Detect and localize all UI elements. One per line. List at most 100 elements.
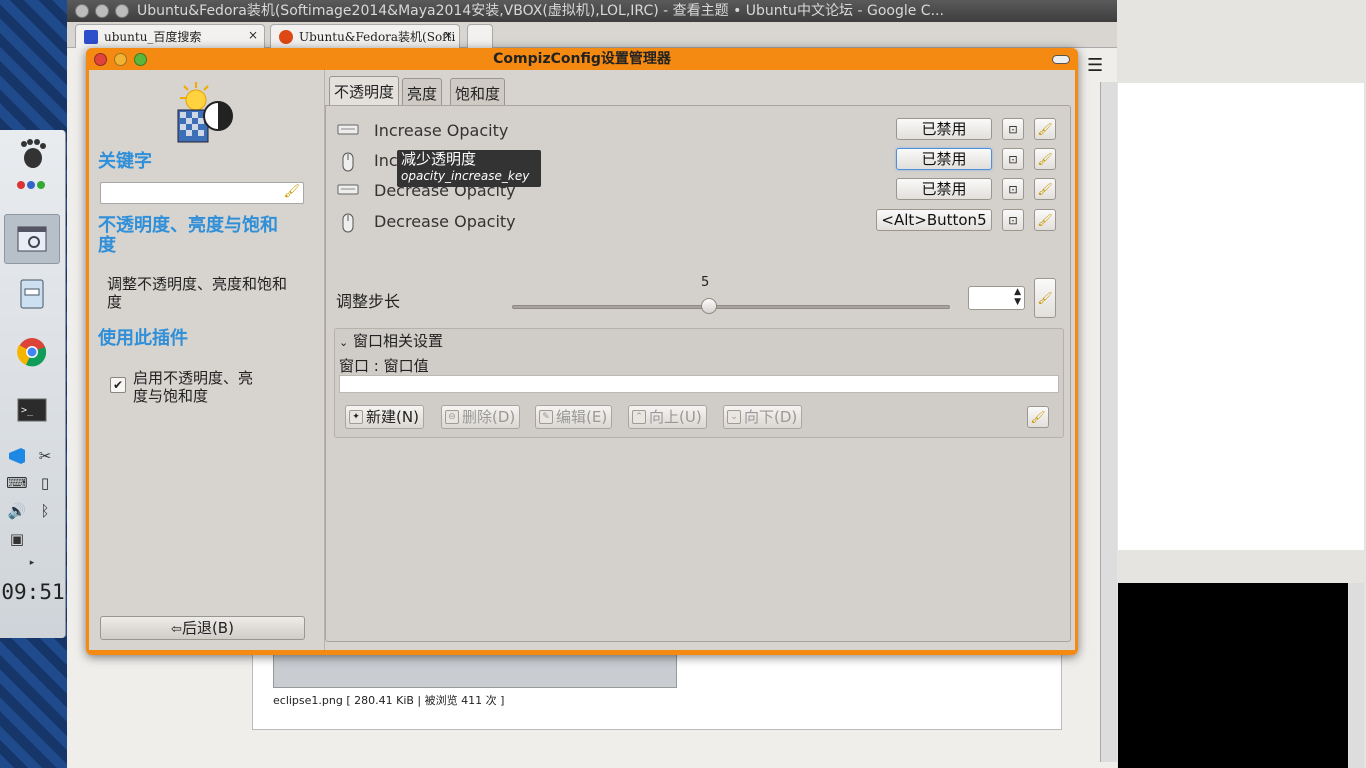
compiz-dialog: CompizConfig设置管理器 关键字 🖌 不透明度、亮度与饱和度 调整不透… <box>86 48 1078 655</box>
binding-value-button[interactable]: <Alt>Button5 <box>876 209 992 231</box>
reset-brush-icon: 🖌 <box>1037 152 1053 166</box>
plugin-description: 调整不透明度、亮度和饱和度 <box>107 275 288 311</box>
browser-minimize-button[interactable] <box>95 4 109 18</box>
edit-button[interactable]: ✎ 编辑(E) <box>535 405 613 429</box>
launcher-dock: >_ ✂ ⌨ ▯ 🔊 ᛒ ▣ ▸ 09:51 <box>0 130 66 638</box>
clock[interactable]: 09:51 <box>0 580 66 604</box>
new-tab-button[interactable] <box>467 24 493 48</box>
terminal-icon[interactable]: >_ <box>12 390 52 430</box>
step-reset-button[interactable]: 🖌 <box>1034 278 1056 318</box>
delete-button-label: 删除(D) <box>462 408 516 426</box>
move-up-button-label: 向上(U) <box>649 408 702 426</box>
move-up-button[interactable]: ⌃ 向上(U) <box>628 405 707 429</box>
binding-value-button[interactable]: 已禁用 <box>896 148 992 170</box>
workspace-dots-icon[interactable] <box>12 170 52 200</box>
reset-brush-button[interactable]: 🖌 <box>1034 178 1056 200</box>
step-label: 调整步长 <box>336 292 401 311</box>
bluetooth-icon[interactable]: ᛒ <box>33 500 57 522</box>
dialog-shade-button[interactable] <box>1052 55 1070 64</box>
grab-key-button[interactable]: ⊡ <box>1002 178 1024 200</box>
hamburger-menu-icon[interactable]: ☰ <box>1087 55 1103 76</box>
vscode-icon[interactable] <box>5 445 29 467</box>
use-plugin-heading: 使用此插件 <box>98 328 188 349</box>
attachment-caption: eclipse1.png [ 280.41 KiB | 被浏览 411 次 ] <box>273 694 505 707</box>
delete-icon: ⊖ <box>445 410 459 424</box>
dialog-minimize-button[interactable] <box>114 53 127 66</box>
page-scrollbar[interactable] <box>1100 82 1117 762</box>
mouse-icon <box>337 152 359 172</box>
grab-key-button[interactable]: ⊡ <box>1002 209 1024 231</box>
delete-button[interactable]: ⊖ 删除(D) <box>441 405 521 429</box>
reset-brush-icon: 🖌 <box>1037 182 1053 196</box>
tab-close-icon[interactable]: × <box>443 28 453 42</box>
window-settings-reset-button[interactable]: 🖌 <box>1027 406 1049 428</box>
ubuntu-logo-icon <box>279 30 293 44</box>
reset-brush-button[interactable]: 🖌 <box>1034 148 1056 170</box>
file-manager-icon[interactable] <box>12 274 52 314</box>
binding-value-button[interactable]: 已禁用 <box>896 118 992 140</box>
browser-close-button[interactable] <box>75 4 89 18</box>
browser-title: Ubuntu&Fedora装机(Softimage2014&Maya2014安装… <box>67 0 1117 22</box>
window-settings-header[interactable]: ⌄ 窗口相关设置 <box>339 330 443 351</box>
step-slider-knob[interactable] <box>701 298 718 314</box>
grab-key-button[interactable]: ⊡ <box>1002 118 1024 140</box>
reset-brush-button[interactable]: 🖌 <box>1034 209 1056 231</box>
browser-maximize-button[interactable] <box>115 4 129 18</box>
scissors-icon[interactable]: ✂ <box>33 445 57 467</box>
volume-icon[interactable]: 🔊 <box>5 500 29 522</box>
dialog-close-button[interactable] <box>94 53 107 66</box>
reset-brush-icon: 🖌 <box>1037 291 1053 305</box>
keyboard-icon <box>337 182 359 200</box>
keyboard-tray-icon[interactable]: ⌨ <box>5 472 29 494</box>
clear-brush-icon[interactable]: 🖌 <box>283 184 300 199</box>
window-list-header: 窗口 : 窗口值 <box>339 357 429 375</box>
tab-brightness[interactable]: 亮度 <box>402 78 443 106</box>
key-grab-icon: ⊡ <box>1008 152 1018 166</box>
move-down-button[interactable]: ⌄ 向下(D) <box>723 405 803 429</box>
key-grab-icon: ⊡ <box>1008 182 1018 196</box>
new-button[interactable]: ✦ 新建(N) <box>345 405 424 429</box>
network-icon[interactable]: ▣ <box>5 528 29 550</box>
baidu-paw-icon <box>84 30 98 44</box>
chrome-browser-icon[interactable] <box>12 332 52 372</box>
back-button[interactable]: ⇦后退(B) <box>100 616 305 640</box>
arrow-up-icon: ⌃ <box>632 410 646 424</box>
gnome-foot-icon[interactable] <box>12 134 52 174</box>
plugin-sidebar: 关键字 🖌 不透明度、亮度与饱和度 调整不透明度、亮度和饱和度 使用此插件 ✔ … <box>89 70 323 650</box>
enable-plugin-label[interactable]: 启用不透明度、亮度与饱和度 <box>133 369 253 405</box>
new-button-label: 新建(N) <box>366 408 419 426</box>
grab-key-button[interactable]: ⊡ <box>1002 148 1024 170</box>
spin-arrows-icon[interactable]: ▲ ▼ <box>1014 287 1021 307</box>
binding-row: Decrease Opacity <Alt>Button5 ⊡ 🖌 <box>326 207 1070 237</box>
keyboard-icon <box>337 122 359 140</box>
keyword-search-input[interactable]: 🖌 <box>100 182 304 204</box>
step-slider-track[interactable] <box>512 305 950 309</box>
new-icon: ✦ <box>349 410 363 424</box>
tooltip: 减少透明度 opacity_increase_key <box>397 150 541 187</box>
chevron-down-icon: ⌄ <box>339 336 349 349</box>
edit-button-label: 编辑(E) <box>556 408 608 426</box>
right-window-scrollbar[interactable] <box>1349 583 1364 768</box>
move-down-button-label: 向下(D) <box>744 408 798 426</box>
tab-opacity[interactable]: 不透明度 <box>329 76 400 106</box>
tab-ubuntu-forum[interactable]: Ubuntu&Fedora装机(Softi × <box>270 24 460 48</box>
enable-plugin-checkbox[interactable]: ✔ <box>110 377 126 393</box>
tab-saturation[interactable]: 饱和度 <box>450 78 506 106</box>
binding-value-button[interactable]: 已禁用 <box>896 178 992 200</box>
battery-icon[interactable]: ▯ <box>33 472 57 494</box>
svg-text:>_: >_ <box>21 405 34 416</box>
compiz-settings-launcher-icon[interactable] <box>4 214 60 264</box>
expand-arrow-icon[interactable]: ▸ <box>20 552 44 574</box>
step-spinbox[interactable]: ▲ ▼ <box>968 286 1025 310</box>
keyword-heading: 关键字 <box>98 151 152 172</box>
plugin-logo-icon <box>172 80 238 150</box>
dialog-maximize-button[interactable] <box>134 53 147 66</box>
plugin-settings-panel: 不透明度 亮度 饱和度 Increase Opacity 已禁用 ⊡ 🖌 Inc… <box>325 70 1075 650</box>
browser-tab-strip: ubuntu_百度搜索 × Ubuntu&Fedora装机(Softi × <box>67 22 1117 48</box>
key-grab-icon: ⊡ <box>1008 122 1018 136</box>
tooltip-key: opacity_increase_key <box>401 169 530 183</box>
tab-baidu[interactable]: ubuntu_百度搜索 × <box>75 24 265 48</box>
tab-close-icon[interactable]: × <box>248 28 258 42</box>
reset-brush-button[interactable]: 🖌 <box>1034 118 1056 140</box>
window-list[interactable] <box>339 375 1059 393</box>
